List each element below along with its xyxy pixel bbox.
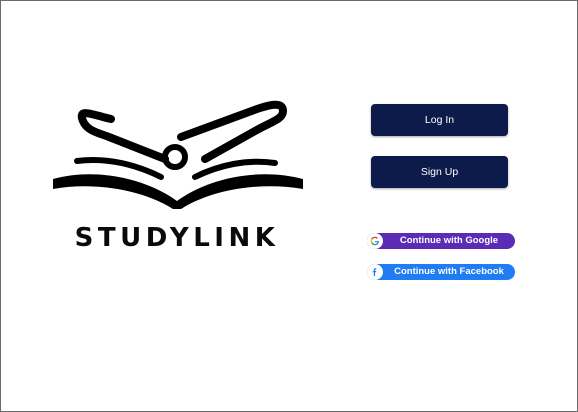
login-button-label: Log In: [424, 114, 455, 126]
continue-with-google-button[interactable]: Continue with Google: [367, 233, 515, 249]
google-button-label: Continue with Google: [399, 235, 499, 246]
facebook-button-label: Continue with Facebook: [394, 266, 504, 277]
studylink-logo-icon: [53, 100, 303, 209]
signup-button-label: Sign Up: [420, 166, 459, 178]
login-button[interactable]: Log In: [371, 104, 508, 136]
signup-button[interactable]: Sign Up: [371, 156, 508, 188]
brand-name: STUDYLINK: [74, 223, 280, 253]
login-screen: STUDYLINK Log In Sign Up Continue with G…: [0, 0, 578, 412]
facebook-icon: [367, 264, 383, 280]
google-icon: [367, 233, 383, 249]
continue-with-facebook-button[interactable]: Continue with Facebook: [367, 264, 515, 280]
